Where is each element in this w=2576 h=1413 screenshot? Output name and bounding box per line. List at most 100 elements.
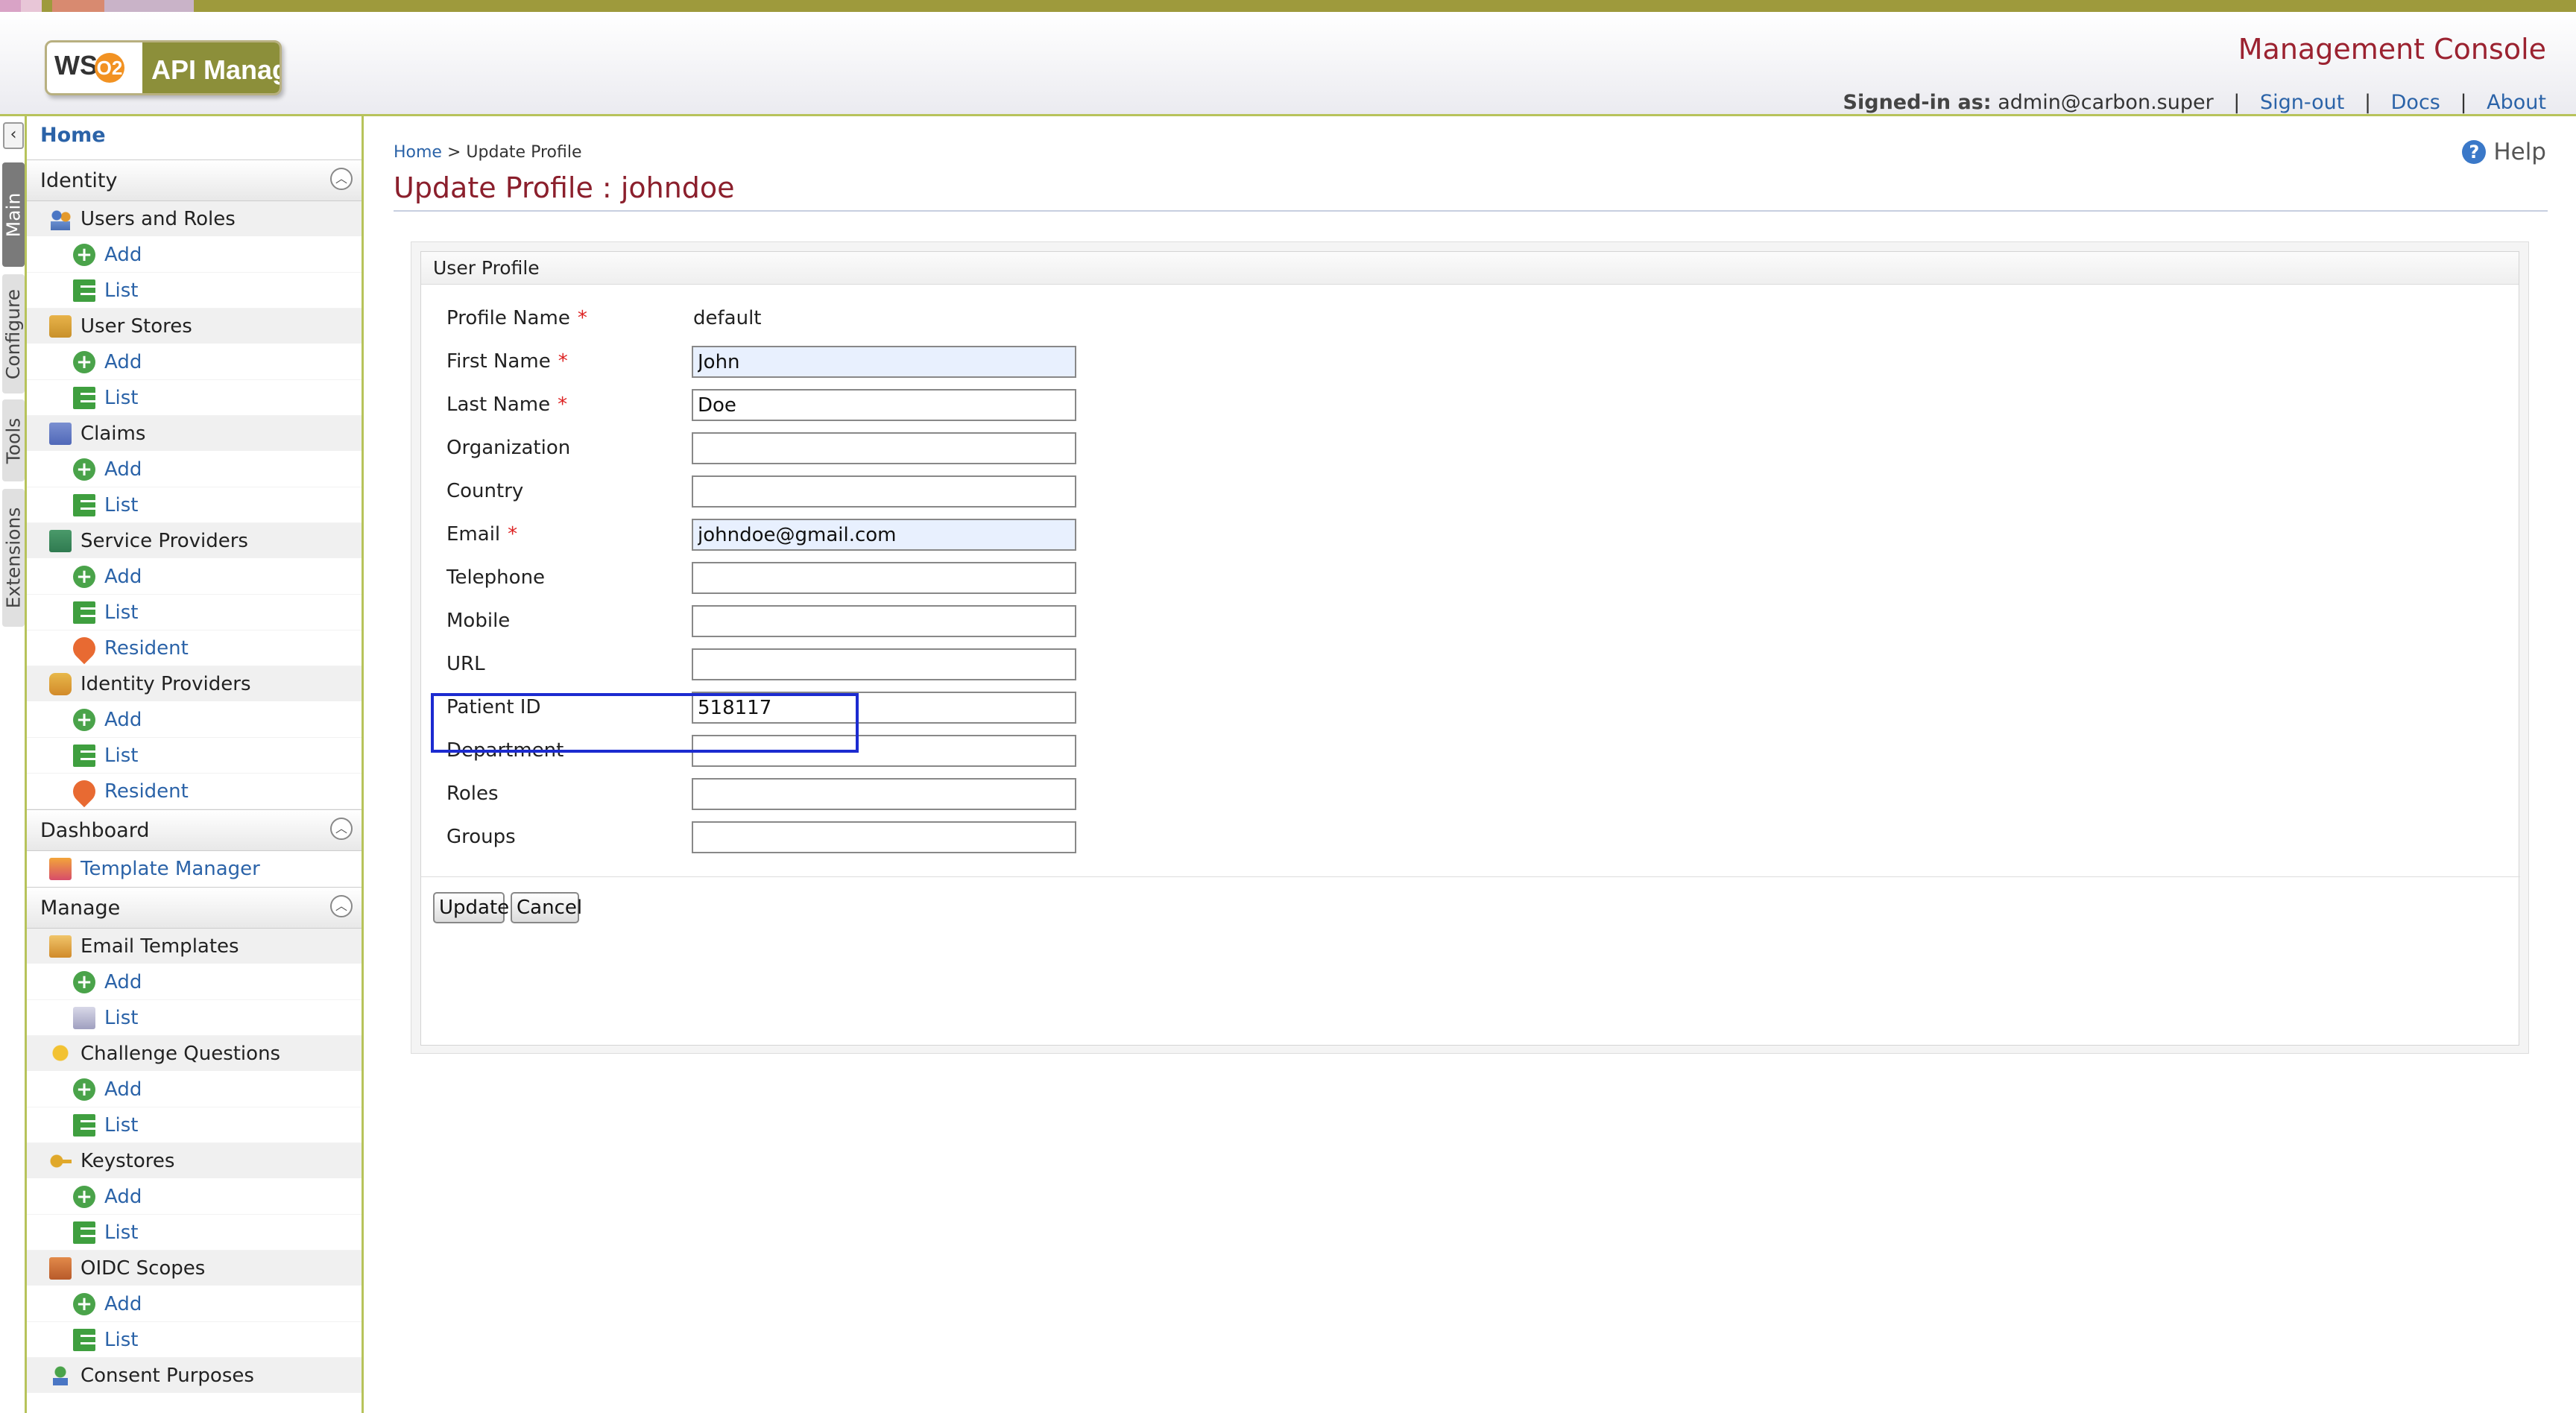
list-icon <box>73 279 95 302</box>
field-label: Department <box>446 739 564 762</box>
country-input[interactable] <box>692 475 1076 508</box>
sidebar-item-user-stores[interactable]: User Stores <box>27 309 362 344</box>
sidebar-item-oidc-scopes[interactable]: OIDC Scopes <box>27 1251 362 1286</box>
add-icon: + <box>73 243 95 266</box>
form-row-country: Country <box>421 472 1465 511</box>
sidebar-item-idp-add[interactable]: + Add <box>27 702 362 738</box>
sidebar-item-users-add[interactable]: + Add <box>27 237 362 273</box>
section-dashboard[interactable]: Dashboard ︿ <box>27 809 362 851</box>
help-icon: ? <box>2462 140 2487 164</box>
tab-tools[interactable]: Tools <box>2 399 25 481</box>
chevron-up-icon[interactable]: ︿ <box>330 895 353 917</box>
form-row-mobile: Mobile <box>421 602 1465 641</box>
last-name-input[interactable] <box>692 389 1076 421</box>
field-label: Roles <box>446 783 499 805</box>
sidebar-item-oidc-add[interactable]: + Add <box>27 1286 362 1322</box>
groups-input[interactable] <box>692 821 1076 853</box>
add-icon: + <box>73 1078 95 1101</box>
sidebar-item-service-providers[interactable]: Service Providers <box>27 523 362 559</box>
sidebar-item-users-list[interactable]: List <box>27 273 362 309</box>
identity-provider-icon <box>49 672 72 695</box>
oidc-scopes-icon <box>49 1256 72 1280</box>
field-label: Last Name * <box>446 393 568 416</box>
form-row-organization: Organization <box>421 429 1465 468</box>
collapse-sidebar-icon[interactable]: ‹ <box>3 122 24 149</box>
update-button[interactable]: Update <box>433 892 509 923</box>
add-icon: + <box>73 458 95 481</box>
breadcrumb-current: Update Profile <box>466 143 582 162</box>
main-content: Home > Update Profile ? Help Update Prof… <box>366 116 2576 1413</box>
sign-out-link[interactable]: Sign-out <box>2260 91 2344 114</box>
help-link[interactable]: ? Help <box>2462 139 2546 165</box>
organization-input[interactable] <box>692 432 1076 464</box>
page-title: Update Profile : johndoe <box>394 171 2548 212</box>
section-identity[interactable]: Identity ︿ <box>27 159 362 201</box>
challenge-question-icon <box>49 1042 72 1065</box>
sidebar-item-idp-list[interactable]: List <box>27 738 362 774</box>
sidebar-item-idp-resident[interactable]: Resident <box>27 774 362 809</box>
sidebar-item-users-and-roles[interactable]: Users and Roles <box>27 201 362 237</box>
email-icon <box>49 935 72 958</box>
add-icon: + <box>73 1185 95 1208</box>
field-label: Mobile <box>446 610 511 632</box>
sidebar-item-email-add[interactable]: + Add <box>27 964 362 1000</box>
add-icon: + <box>73 1292 95 1315</box>
sidebar-item-keystores-add[interactable]: + Add <box>27 1179 362 1215</box>
patient-id-input[interactable] <box>692 692 1076 724</box>
sidebar-item-claims-add[interactable]: + Add <box>27 452 362 487</box>
tab-extensions[interactable]: Extensions <box>2 489 25 627</box>
breadcrumb: Home > Update Profile <box>394 143 582 162</box>
sidebar-item-consent-purposes[interactable]: Consent Purposes <box>27 1358 362 1394</box>
sidebar: Home Identity ︿ Users and Roles + Add Lis… <box>27 116 364 1413</box>
consent-icon <box>49 1364 72 1387</box>
sidebar-item-email-list[interactable]: List <box>27 1000 362 1036</box>
sidebar-item-identity-providers[interactable]: Identity Providers <box>27 666 362 702</box>
department-input[interactable] <box>692 735 1076 767</box>
form-row-groups: Groups <box>421 818 1465 857</box>
sidebar-home-link[interactable]: Home <box>27 116 362 159</box>
signed-in-label: Signed-in as: <box>1843 91 1992 114</box>
sidebar-item-oidc-list[interactable]: List <box>27 1322 362 1358</box>
docs-link[interactable]: Docs <box>2391 91 2440 114</box>
sidebar-item-challenge-list[interactable]: List <box>27 1107 362 1143</box>
add-icon: + <box>73 565 95 588</box>
sidebar-item-keystores-list[interactable]: List <box>27 1215 362 1251</box>
field-label: URL <box>446 653 485 675</box>
sidebar-item-challenge-add[interactable]: + Add <box>27 1072 362 1107</box>
button-row: Update Cancel <box>421 876 2520 936</box>
sidebar-item-sp-add[interactable]: + Add <box>27 559 362 595</box>
sidebar-item-claims[interactable]: Claims <box>27 416 362 452</box>
chevron-up-icon[interactable]: ︿ <box>330 168 353 190</box>
telephone-input[interactable] <box>692 562 1076 594</box>
sidebar-item-sp-resident[interactable]: Resident <box>27 630 362 666</box>
breadcrumb-home-link[interactable]: Home <box>394 143 442 162</box>
sidebar-item-claims-list[interactable]: List <box>27 487 362 523</box>
about-link[interactable]: About <box>2487 91 2546 114</box>
section-manage[interactable]: Manage ︿ <box>27 887 362 929</box>
cancel-button[interactable]: Cancel <box>511 892 582 923</box>
tab-configure[interactable]: Configure <box>2 274 25 393</box>
form-row-telephone: Telephone <box>421 559 1465 598</box>
signin-bar: Signed-in as: admin@carbon.super | Sign-… <box>1843 91 2546 114</box>
sidebar-item-keystores[interactable]: Keystores <box>27 1143 362 1179</box>
list-icon <box>73 493 95 516</box>
field-label: Country <box>446 480 524 502</box>
tab-main[interactable]: Main <box>2 162 25 267</box>
email-input[interactable] <box>692 519 1076 551</box>
url-input[interactable] <box>692 648 1076 680</box>
edit-icon <box>73 1006 95 1029</box>
mobile-input[interactable] <box>692 605 1076 637</box>
field-label: First Name * <box>446 350 568 373</box>
sidebar-item-challenge-questions[interactable]: Challenge Questions <box>27 1036 362 1072</box>
chevron-up-icon[interactable]: ︿ <box>330 818 353 840</box>
list-icon <box>73 601 95 624</box>
sidebar-item-template-manager[interactable]: Template Manager <box>27 851 362 887</box>
sidebar-item-user-stores-add[interactable]: + Add <box>27 344 362 380</box>
wso2-api-manager-logo[interactable]: WSO2 API Manager <box>45 40 282 95</box>
field-label: Telephone <box>446 566 546 589</box>
sidebar-item-user-stores-list[interactable]: List <box>27 380 362 416</box>
first-name-input[interactable] <box>692 346 1076 378</box>
sidebar-item-sp-list[interactable]: List <box>27 595 362 630</box>
roles-input[interactable] <box>692 778 1076 810</box>
sidebar-item-email-templates[interactable]: Email Templates <box>27 929 362 964</box>
